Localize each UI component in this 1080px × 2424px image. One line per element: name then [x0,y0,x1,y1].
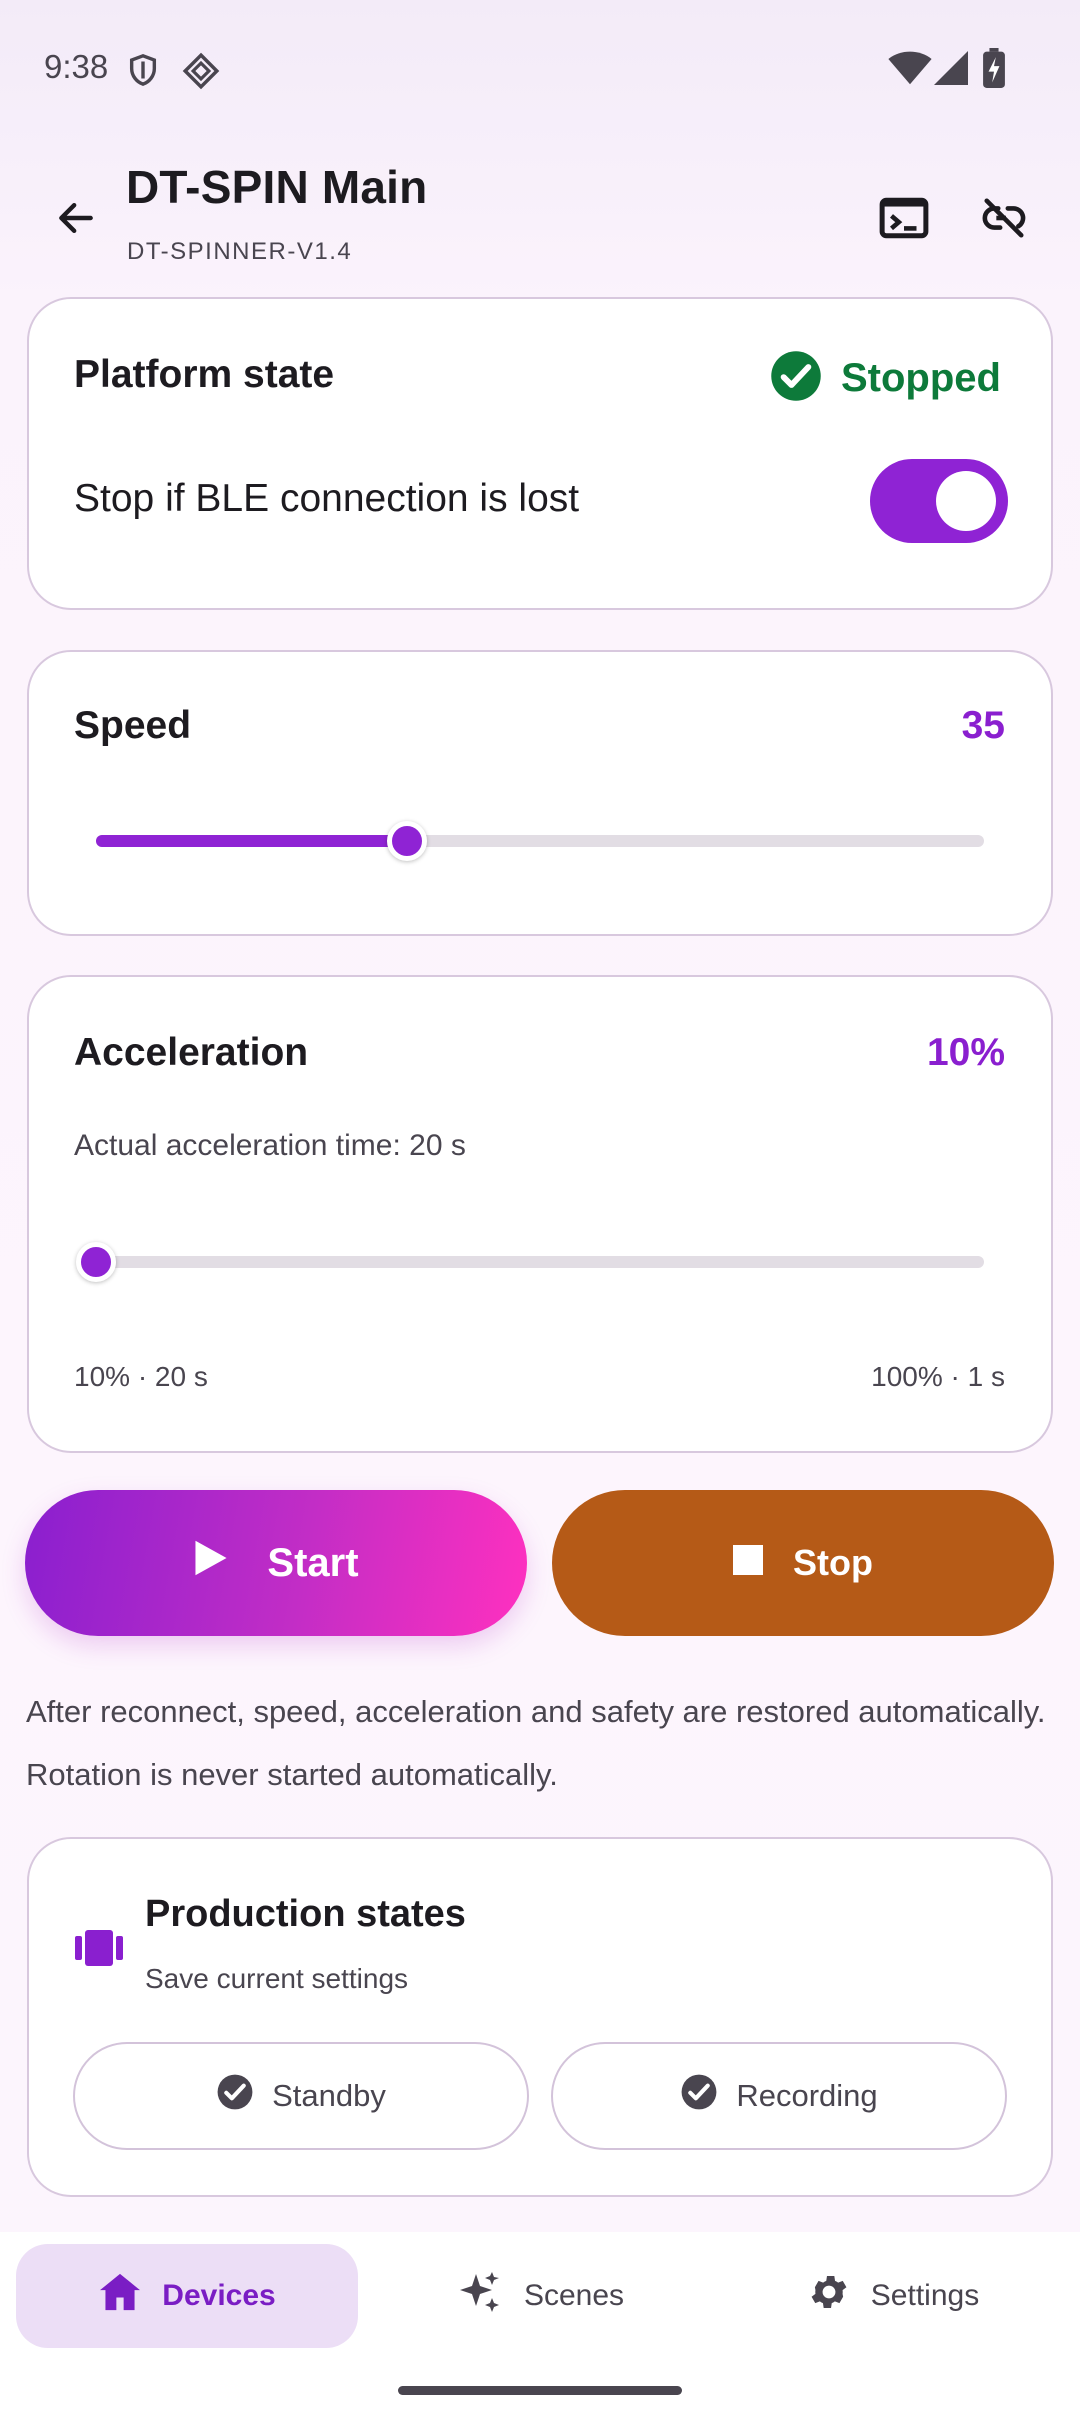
play-icon [193,1539,229,1587]
acceleration-card: Acceleration 10% Actual acceleration tim… [27,975,1053,1453]
link-off-icon [979,195,1029,246]
nav-settings-label: Settings [870,2279,980,2312]
battery-charging-icon [982,48,1006,93]
sparkle-icon [456,2268,504,2324]
stop-button[interactable]: Stop [552,1490,1054,1636]
safety-label: Stop if BLE connection is lost [74,477,580,520]
preset-standby-button[interactable]: Standby [73,2042,529,2150]
platform-state-card: Platform state Stopped Stop if BLE conne… [27,297,1053,610]
ble-safety-toggle[interactable] [870,459,1008,543]
wifi-icon [888,50,932,91]
stop-icon [733,1542,763,1584]
acceleration-min-label: 10% · 20 s [74,1361,208,1392]
back-button[interactable] [44,188,108,252]
page-title: DT-SPIN Main [126,161,428,213]
acceleration-title: Acceleration [74,1031,309,1074]
check-circle-icon [769,349,823,408]
status-time: 9:38 [44,48,109,85]
status-indicator: Stopped [769,349,1001,408]
check-circle-icon [216,2073,254,2119]
terminal-icon [879,197,929,244]
toggle-knob [936,471,996,531]
check-circle-icon [680,2073,718,2119]
gear-icon [807,2270,851,2322]
speed-card: Speed 35 [27,650,1053,936]
nav-devices[interactable]: Devices [16,2244,358,2348]
speed-slider-track[interactable] [96,835,984,847]
platform-state-title: Platform state [74,353,335,396]
preset-recording-button[interactable]: Recording [551,2042,1007,2150]
preset-recording-label: Recording [736,2078,878,2113]
home-indicator [398,2386,682,2395]
acceleration-slider-thumb[interactable] [76,1242,116,1282]
back-arrow-icon [54,196,98,245]
production-states-title: Production states [145,1893,466,1935]
start-label: Start [267,1540,359,1585]
acceleration-max-label: 100% · 1 s [871,1361,1005,1392]
diamond-icon [182,52,220,95]
start-button[interactable]: Start [25,1490,527,1636]
terminal-button[interactable] [868,184,940,256]
nav-scenes-label: Scenes [523,2279,625,2312]
device-id: DT-SPINNER-V1.4 [127,238,353,265]
home-icon [98,2272,142,2320]
nav-settings[interactable]: Settings [722,2244,1064,2348]
speed-value: 35 [961,704,1005,747]
preset-standby-label: Standby [272,2078,386,2113]
speed-slider-fill [96,835,407,847]
acceleration-time-text: Actual acceleration time: 20 s [74,1129,466,1162]
acceleration-value: 10% [926,1031,1005,1074]
disconnect-button[interactable] [968,184,1040,256]
shield-icon [126,52,160,93]
acceleration-slider-track[interactable] [96,1256,984,1268]
production-states-subtitle: Save current settings [145,1963,409,1994]
nav-devices-label: Devices [162,2279,276,2312]
speed-title: Speed [74,704,192,747]
film-strip-icon [75,1929,123,1972]
speed-slider-thumb[interactable] [386,821,427,861]
nav-scenes[interactable]: Scenes [370,2244,710,2348]
stop-label: Stop [793,1542,873,1583]
cellular-icon [934,50,968,91]
restore-note: After reconnect, speed, acceleration and… [26,1694,1046,1792]
status-text: Stopped [841,356,1001,400]
